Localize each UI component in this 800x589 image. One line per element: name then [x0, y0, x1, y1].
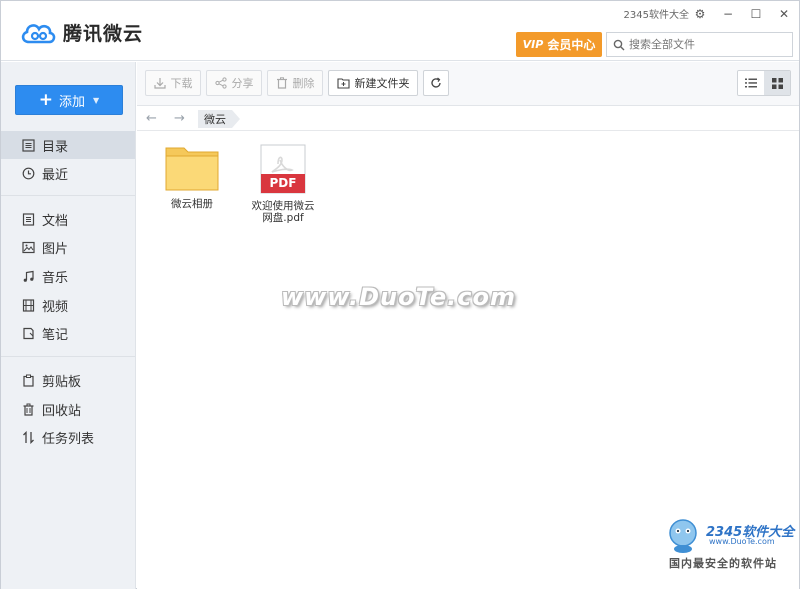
- watermark-text: www.DuoTe.com: [281, 283, 516, 311]
- new-folder-button[interactable]: 新建文件夹: [328, 70, 418, 96]
- view-toggle: [737, 70, 791, 96]
- corner-slogan: 国内最安全的软件站: [669, 557, 777, 570]
- sidebar-item-label: 文档: [42, 213, 69, 229]
- sidebar-item-label: 笔记: [42, 327, 69, 343]
- search-box[interactable]: [606, 32, 793, 57]
- sidebar-item-notes[interactable]: 笔记: [1, 319, 135, 347]
- plus-icon: +: [38, 90, 54, 110]
- back-arrow-icon[interactable]: ←: [146, 111, 157, 126]
- delete-button[interactable]: 删除: [267, 70, 323, 96]
- forward-arrow-icon[interactable]: →: [174, 111, 185, 126]
- share-button[interactable]: 分享: [206, 70, 262, 96]
- vip-center-button[interactable]: VIP 会员中心: [516, 32, 602, 57]
- search-input[interactable]: [629, 38, 789, 51]
- app-window: 腾讯微云 2345软件大全 ⚙ − ☐ ✕ VIP 会员中心 + 添加 ▼: [0, 0, 800, 589]
- file-name: 欢迎使用微云网盘.pdf: [251, 200, 315, 224]
- breadcrumb-item[interactable]: 微云: [198, 110, 240, 128]
- file-item-folder[interactable]: 微云相册: [152, 144, 232, 210]
- list-icon: [21, 138, 35, 152]
- delete-label: 删除: [292, 77, 315, 90]
- sidebar-divider: [1, 356, 135, 357]
- note-icon: [21, 326, 35, 340]
- caret-down-icon: ▼: [93, 95, 100, 105]
- video-icon: [21, 298, 35, 312]
- sidebar-item-label: 图片: [42, 241, 69, 257]
- vip-prefix: VIP: [522, 38, 544, 51]
- sidebar-item-music[interactable]: 音乐: [1, 262, 135, 290]
- minimize-icon[interactable]: −: [721, 7, 735, 21]
- close-icon[interactable]: ✕: [777, 7, 791, 21]
- maximize-icon[interactable]: ☐: [749, 7, 763, 21]
- sidebar-item-label: 视频: [42, 299, 69, 315]
- mascot-icon: [669, 519, 697, 553]
- cloud-logo-icon: [21, 23, 56, 43]
- share-icon: [214, 77, 227, 89]
- add-label: 添加: [59, 94, 86, 110]
- new-folder-icon: [336, 77, 350, 89]
- sidebar-item-directory[interactable]: 目录: [1, 131, 135, 159]
- sidebar-item-label: 任务列表: [42, 431, 95, 447]
- image-icon: [21, 240, 35, 254]
- refresh-button[interactable]: [423, 70, 449, 96]
- software-link[interactable]: 2345软件大全: [624, 6, 689, 21]
- sidebar-item-label: 最近: [42, 167, 69, 183]
- clock-icon: [21, 166, 35, 180]
- settings-gear-icon[interactable]: ⚙: [693, 7, 707, 21]
- title-bar: 腾讯微云 2345软件大全 ⚙ − ☐ ✕ VIP 会员中心: [1, 1, 799, 61]
- download-label: 下载: [170, 77, 193, 90]
- vip-label: 会员中心: [547, 38, 596, 52]
- share-label: 分享: [231, 77, 254, 90]
- corner-watermark: 2345软件大全 www.DuoTe.com 国内最安全的软件站: [661, 513, 799, 573]
- clipboard-icon: [21, 373, 35, 387]
- file-item-pdf[interactable]: PDF 欢迎使用微云网盘.pdf: [243, 144, 323, 224]
- list-view-button[interactable]: [738, 71, 764, 95]
- toolbar: 下载 分享 删除 新建文件夹: [137, 62, 799, 106]
- transfer-icon: [21, 430, 35, 444]
- app-logo: 腾讯微云: [19, 19, 143, 46]
- folder-icon: [165, 147, 219, 191]
- document-icon: [21, 212, 35, 226]
- sidebar-item-images[interactable]: 图片: [1, 233, 135, 261]
- sidebar-item-recycle-bin[interactable]: 回收站: [1, 395, 135, 423]
- new-folder-label: 新建文件夹: [354, 77, 410, 90]
- sidebar-item-label: 目录: [42, 139, 69, 155]
- trash-icon: [21, 402, 35, 416]
- sidebar: + 添加 ▼ 目录 最近 文档 图片 音乐 视频 笔记 剪贴板 回收站 任务列表: [1, 62, 136, 589]
- corner-url: www.DuoTe.com: [709, 537, 775, 546]
- file-name: 微云相册: [171, 198, 213, 210]
- pdf-badge: PDF: [269, 176, 297, 190]
- trash-icon: [276, 77, 288, 89]
- window-controls: 2345软件大全 ⚙ − ☐ ✕: [624, 6, 791, 22]
- sidebar-item-videos[interactable]: 视频: [1, 291, 135, 319]
- search-icon: [613, 39, 625, 50]
- grid-view-button[interactable]: [764, 71, 790, 95]
- sidebar-item-clipboard[interactable]: 剪贴板: [1, 366, 135, 394]
- sidebar-item-task-list[interactable]: 任务列表: [1, 423, 135, 451]
- grid-view-icon: [771, 77, 783, 89]
- add-button[interactable]: + 添加 ▼: [15, 85, 123, 115]
- refresh-icon: [431, 77, 441, 88]
- list-view-icon: [745, 78, 757, 88]
- sidebar-item-recent[interactable]: 最近: [1, 159, 135, 187]
- sidebar-divider: [1, 195, 135, 196]
- breadcrumb: ← → 微云: [137, 107, 799, 131]
- download-icon: [153, 77, 166, 89]
- music-icon: [21, 269, 35, 283]
- sidebar-item-documents[interactable]: 文档: [1, 205, 135, 233]
- app-name: 腾讯微云: [63, 23, 144, 45]
- sidebar-item-label: 剪贴板: [42, 374, 82, 390]
- sidebar-item-label: 回收站: [42, 403, 82, 419]
- download-button[interactable]: 下载: [145, 70, 201, 96]
- sidebar-item-label: 音乐: [42, 270, 69, 286]
